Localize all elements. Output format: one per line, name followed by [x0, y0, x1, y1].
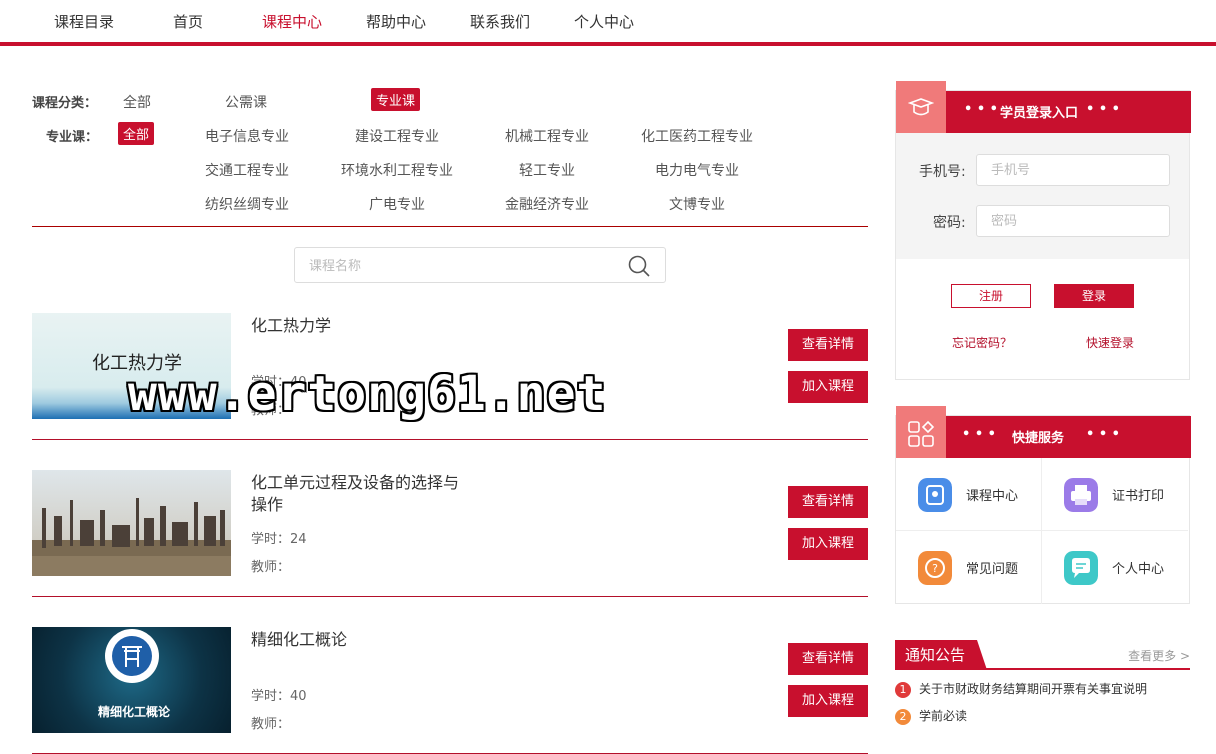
quick-login-link[interactable]: 快速登录: [1086, 334, 1134, 351]
service-label: 常见问题: [966, 562, 1019, 577]
service-course-center[interactable]: 课程中心: [896, 458, 1042, 531]
forgot-password-link[interactable]: 忘记密码？: [952, 334, 1012, 351]
major-item[interactable]: 广电专业: [369, 194, 425, 214]
phone-label: 手机号:: [919, 164, 966, 180]
password-label: 密码:: [933, 215, 966, 231]
view-details-button[interactable]: 查看详情: [788, 643, 868, 675]
course-title[interactable]: 精细化工概论: [251, 629, 461, 651]
major-item[interactable]: 建设工程专业: [355, 126, 439, 146]
course-hours: 学时：40: [251, 689, 307, 704]
login-panel: • • • 学员登录入口 • • • 手机号: 密码: 注册 登录 忘记密码？ …: [895, 81, 1191, 380]
login-button[interactable]: 登录: [1054, 284, 1134, 308]
course-thumbnail[interactable]: 化工热力学: [32, 313, 231, 419]
view-details-button[interactable]: 查看详情: [788, 486, 868, 518]
major-item[interactable]: 纺织丝绸专业: [205, 194, 289, 214]
search-icon[interactable]: [627, 254, 651, 278]
login-title-dots-right: • • •: [1086, 102, 1120, 117]
register-button[interactable]: 注册: [951, 284, 1031, 308]
printer-icon: [1064, 478, 1098, 512]
university-seal-icon: [105, 629, 159, 683]
notice-number: 1: [895, 681, 911, 698]
services-title-dots-right: • • •: [1086, 427, 1120, 442]
graduation-cap-icon: [908, 98, 934, 116]
course-title[interactable]: 化工热力学: [251, 315, 461, 337]
category-all[interactable]: 全部: [123, 92, 151, 112]
services-title: 快捷服务: [1012, 431, 1065, 446]
nav-item-profile[interactable]: 个人中心: [574, 11, 634, 32]
join-course-button[interactable]: 加入课程: [788, 371, 868, 403]
notice-item[interactable]: 1 关于市财政财务结算期间开票有关事宜说明: [895, 680, 1190, 698]
category-label: 课程分类：: [32, 96, 98, 111]
major-item[interactable]: 电子信息专业: [205, 126, 289, 146]
course-filter: 课程分类： 全部 公需课 专业课 专业课： 全部 电子信息专业 建设工程专业 机…: [32, 86, 868, 227]
login-form: 手机号: 密码:: [896, 133, 1189, 259]
notice-title: 通知公告: [895, 640, 987, 670]
login-title: 学员登录入口: [1000, 106, 1079, 121]
question-icon: ?: [918, 551, 952, 585]
apps-grid-icon: [908, 420, 935, 447]
category-public[interactable]: 公需课: [225, 92, 267, 112]
nav-item-home[interactable]: 首页: [173, 11, 203, 32]
major-item[interactable]: 环境水利工程专业: [341, 160, 453, 180]
major-label: 专业课：: [46, 130, 99, 145]
service-personal-center[interactable]: 个人中心: [1042, 531, 1188, 604]
course-teacher: 教师：: [251, 560, 291, 575]
services-header: • • • 快捷服务 • • •: [896, 406, 1191, 458]
login-tab: [896, 81, 946, 133]
course-hours: 学时：40: [251, 375, 307, 390]
major-item[interactable]: 化工医药工程专业: [641, 126, 753, 146]
nav-item-catalog[interactable]: 课程目录: [54, 11, 114, 32]
chat-bubble-icon: [1064, 551, 1098, 585]
notice-header: 通知公告 查看更多 >: [895, 640, 1190, 670]
major-item[interactable]: 金融经济专业: [505, 194, 589, 214]
view-details-button[interactable]: 查看详情: [788, 329, 868, 361]
service-label: 课程中心: [966, 489, 1019, 504]
thumbnail-title: 化工热力学: [92, 353, 182, 374]
password-input[interactable]: [976, 205, 1170, 237]
login-title-dots-left: • • •: [964, 102, 998, 117]
phone-input[interactable]: [976, 154, 1170, 186]
major-item[interactable]: 电力电气专业: [655, 160, 739, 180]
course-thumbnail[interactable]: [32, 470, 231, 576]
search-input[interactable]: [309, 256, 609, 276]
services-tab: [896, 406, 946, 458]
service-label: 证书打印: [1112, 489, 1165, 504]
thumbnail-title: 精细化工概论: [98, 705, 171, 719]
notice-more-link[interactable]: 查看更多 >: [1128, 647, 1190, 664]
services-panel: • • • 快捷服务 • • • 课程中心 证书打印 ? 常见问题 个人中心: [895, 406, 1191, 604]
major-item[interactable]: 机械工程专业: [505, 126, 589, 146]
svg-text:?: ?: [932, 562, 938, 575]
major-item[interactable]: 文博专业: [669, 194, 725, 214]
service-certificate-print[interactable]: 证书打印: [1042, 458, 1188, 531]
refinery-image: [32, 470, 231, 576]
join-course-button[interactable]: 加入课程: [788, 685, 868, 717]
login-header: • • • 学员登录入口 • • •: [896, 81, 1191, 133]
notice-item[interactable]: 2 学前必读: [895, 707, 1190, 725]
major-item[interactable]: 轻工专业: [519, 160, 575, 180]
course-teacher: 教师：: [251, 403, 291, 418]
notice-text: 关于市财政财务结算期间开票有关事宜说明: [919, 682, 1148, 696]
service-label: 个人中心: [1112, 562, 1165, 577]
nav-item-contact[interactable]: 联系我们: [470, 11, 530, 32]
course-center-icon: [918, 478, 952, 512]
course-thumbnail[interactable]: 精细化工概论: [32, 627, 231, 733]
service-faq[interactable]: ? 常见问题: [896, 531, 1042, 604]
major-all[interactable]: 全部: [118, 122, 155, 145]
course-search: [294, 247, 666, 283]
notice-text: 学前必读: [919, 709, 968, 723]
notice-number: 2: [895, 708, 911, 725]
category-professional[interactable]: 专业课: [371, 88, 421, 111]
nav-item-course-center[interactable]: 课程中心: [262, 11, 322, 32]
course-item: 化工热力学 化工热力学 学时：40 教师： 查看详情 加入课程: [32, 313, 868, 440]
join-course-button[interactable]: 加入课程: [788, 528, 868, 560]
top-nav: 课程目录 首页 课程中心 帮助中心 联系我们 个人中心: [0, 0, 1216, 46]
major-item[interactable]: 交通工程专业: [205, 160, 289, 180]
services-title-dots-left: • • •: [962, 427, 996, 442]
course-item: 精细化工概论 精细化工概论 学时：40 教师： 查看详情 加入课程: [32, 627, 868, 754]
course-hours: 学时：24: [251, 532, 307, 547]
course-title[interactable]: 化工单元过程及设备的选择与操作: [251, 472, 461, 516]
course-teacher: 教师：: [251, 717, 291, 732]
course-item: 化工单元过程及设备的选择与操作 学时：24 教师： 查看详情 加入课程: [32, 470, 868, 597]
nav-item-help[interactable]: 帮助中心: [366, 11, 426, 32]
